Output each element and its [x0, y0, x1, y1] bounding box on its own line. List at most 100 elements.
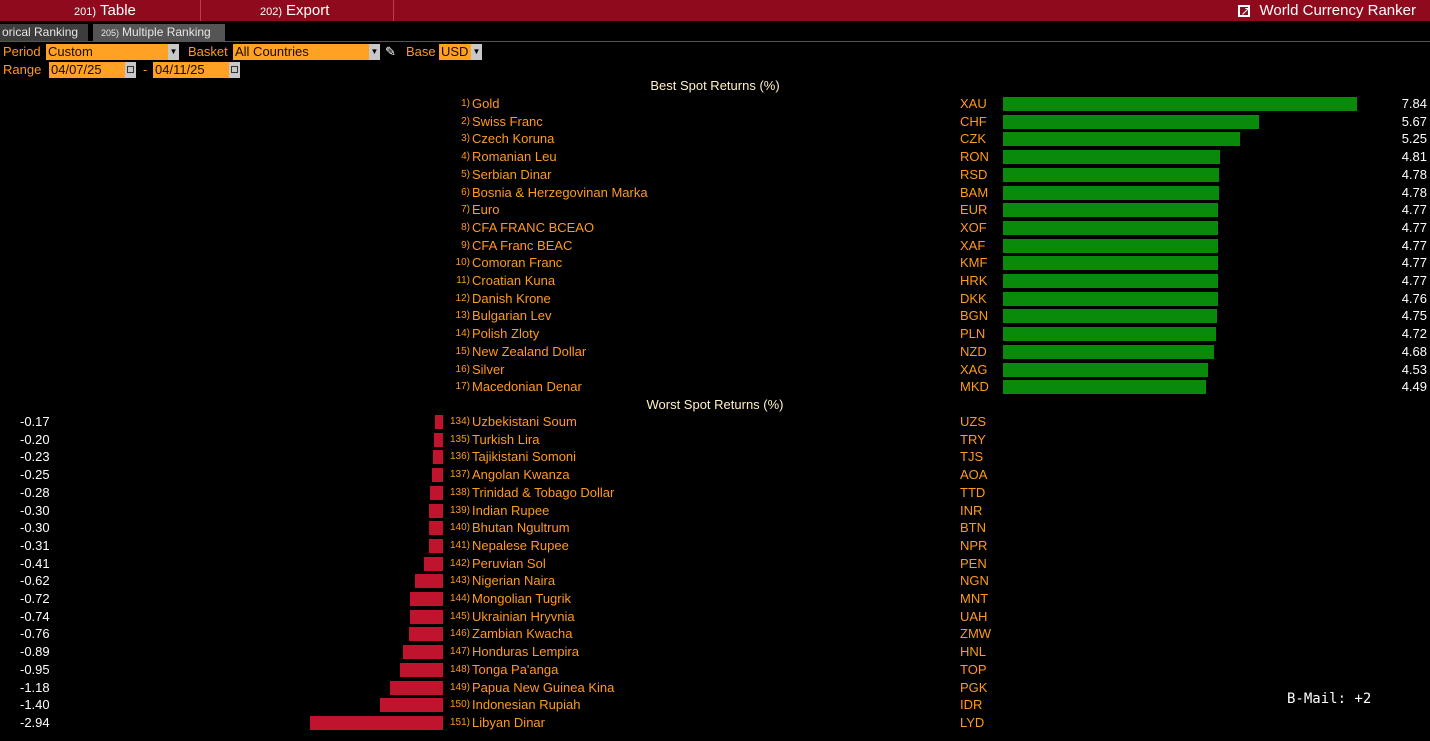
table-row[interactable]: 149) Papua New Guinea Kina PGK -1.18	[0, 680, 1430, 697]
currency-name[interactable]: Peruvian Sol	[472, 556, 546, 571]
table-row[interactable]: 17) Macedonian Denar MKD 4.49	[0, 379, 1430, 396]
return-value: -0.62	[20, 573, 50, 589]
table-row[interactable]: 6) Bosnia & Herzegovinan Marka BAM 4.78	[0, 185, 1430, 202]
currency-name[interactable]: Papua New Guinea Kina	[472, 680, 614, 695]
base-select[interactable]: USD	[439, 44, 471, 60]
table-row[interactable]: 3) Czech Koruna CZK 5.25	[0, 131, 1430, 148]
return-value: -0.20	[20, 431, 50, 447]
table-row[interactable]: 11) Croatian Kuna HRK 4.77	[0, 273, 1430, 290]
currency-name[interactable]: Nigerian Naira	[472, 573, 555, 588]
currency-name[interactable]: Macedonian Denar	[472, 379, 582, 394]
app-title[interactable]: World Currency Ranker	[1237, 0, 1416, 22]
table-row[interactable]: 146) Zambian Kwacha ZMW -0.76	[0, 626, 1430, 643]
table-row[interactable]: 12) Danish Krone DKK 4.76	[0, 291, 1430, 308]
table-row[interactable]: 144) Mongolian Tugrik MNT -0.72	[0, 591, 1430, 608]
table-row[interactable]: 147) Honduras Lempira HNL -0.89	[0, 644, 1430, 661]
currency-name[interactable]: Serbian Dinar	[472, 167, 552, 182]
table-row[interactable]: 150) Indonesian Rupiah IDR -1.40	[0, 697, 1430, 714]
table-row[interactable]: 8) CFA FRANC BCEAO XOF 4.77	[0, 220, 1430, 237]
currency-code: XAG	[960, 361, 988, 377]
table-row[interactable]: 15) New Zealand Dollar NZD 4.68	[0, 344, 1430, 361]
return-value: -0.72	[20, 591, 50, 606]
tab-label: Multiple Ranking	[122, 25, 211, 39]
currency-name[interactable]: Uzbekistani Soum	[472, 414, 577, 429]
table-row[interactable]: 4) Romanian Leu RON 4.81	[0, 149, 1430, 166]
tab-multiple-ranking[interactable]: 205) Multiple Ranking	[93, 24, 225, 41]
table-row[interactable]: 16) Silver XAG 4.53	[0, 362, 1430, 379]
pencil-icon[interactable]: ✎	[385, 44, 396, 60]
row-rank: 143)	[449, 575, 470, 587]
currency-name[interactable]: Angolan Kwanza	[472, 467, 570, 482]
currency-name[interactable]: Ukrainian Hryvnia	[472, 609, 575, 624]
currency-code: NPR	[960, 537, 988, 553]
currency-name[interactable]: Bosnia & Herzegovinan Marka	[472, 185, 648, 200]
currency-name[interactable]: Czech Koruna	[472, 131, 554, 146]
table-row[interactable]: 151) Libyan Dinar LYD -2.94	[0, 715, 1430, 732]
currency-name[interactable]: Indian Rupee	[472, 503, 549, 518]
currency-name[interactable]: CFA FRANC BCEAO	[472, 220, 594, 235]
currency-name[interactable]: Danish Krone	[472, 291, 551, 306]
chevron-down-icon[interactable]: ▼	[369, 44, 380, 60]
table-row[interactable]: 14) Polish Zloty PLN 4.72	[0, 326, 1430, 343]
currency-name[interactable]: Tajikistani Somoni	[472, 449, 576, 464]
table-row[interactable]: 134) Uzbekistani Soum UZS -0.17	[0, 414, 1430, 431]
table-row[interactable]: 141) Nepalese Rupee NPR -0.31	[0, 538, 1430, 555]
table-row[interactable]: 7) Euro EUR 4.77	[0, 202, 1430, 219]
return-value: -0.30	[20, 520, 50, 536]
table-row[interactable]: 136) Tajikistani Somoni TJS -0.23	[0, 449, 1430, 466]
currency-name[interactable]: Romanian Leu	[472, 149, 557, 164]
currency-name[interactable]: Turkish Lira	[472, 432, 539, 447]
table-row[interactable]: 143) Nigerian Naira NGN -0.62	[0, 573, 1430, 590]
chevron-down-icon[interactable]: ▼	[168, 44, 179, 60]
table-row[interactable]: 5) Serbian Dinar RSD 4.78	[0, 167, 1430, 184]
currency-name[interactable]: Polish Zloty	[472, 326, 539, 341]
calendar-icon[interactable]	[125, 62, 136, 78]
period-select[interactable]: Custom	[46, 44, 168, 60]
currency-name[interactable]: Trinidad & Tobago Dollar	[472, 485, 614, 500]
export-button[interactable]: 202) Export	[260, 0, 329, 21]
period-label: Period	[3, 44, 41, 59]
calendar-icon[interactable]	[229, 62, 240, 78]
positive-return-bar	[1003, 309, 1217, 324]
range-end-input[interactable]: 04/11/25	[153, 62, 229, 78]
table-row[interactable]: 145) Ukrainian Hryvnia UAH -0.74	[0, 609, 1430, 626]
table-row[interactable]: 142) Peruvian Sol PEN -0.41	[0, 556, 1430, 573]
table-row[interactable]: 138) Trinidad & Tobago Dollar TTD -0.28	[0, 485, 1430, 502]
table-row[interactable]: 10) Comoran Franc KMF 4.77	[0, 255, 1430, 272]
currency-name[interactable]: Comoran Franc	[472, 255, 562, 270]
currency-name[interactable]: CFA Franc BEAC	[472, 238, 572, 253]
positive-return-bar	[1003, 203, 1218, 218]
table-row[interactable]: 148) Tonga Pa'anga TOP -0.95	[0, 662, 1430, 679]
table-row[interactable]: 2) Swiss Franc CHF 5.67	[0, 114, 1430, 131]
table-row[interactable]: 9) CFA Franc BEAC XAF 4.77	[0, 238, 1430, 255]
currency-code: CHF	[960, 113, 987, 129]
basket-select[interactable]: All Countries	[233, 44, 369, 60]
currency-name[interactable]: Swiss Franc	[472, 114, 543, 129]
currency-name[interactable]: Honduras Lempira	[472, 644, 579, 659]
table-row[interactable]: 140) Bhutan Ngultrum BTN -0.30	[0, 520, 1430, 537]
currency-name[interactable]: Tonga Pa'anga	[472, 662, 558, 677]
currency-name[interactable]: Indonesian Rupiah	[472, 697, 580, 712]
currency-name[interactable]: Bulgarian Lev	[472, 308, 552, 323]
tab-historical-ranking[interactable]: orical Ranking	[0, 24, 88, 41]
currency-name[interactable]: New Zealand Dollar	[472, 344, 586, 359]
currency-name[interactable]: Croatian Kuna	[472, 273, 555, 288]
bmail-status[interactable]: B-Mail: +2	[1287, 691, 1371, 707]
table-row[interactable]: 139) Indian Rupee INR -0.30	[0, 503, 1430, 520]
table-row[interactable]: 13) Bulgarian Lev BGN 4.75	[0, 308, 1430, 325]
currency-name[interactable]: Euro	[472, 202, 499, 217]
currency-name[interactable]: Silver	[472, 362, 505, 377]
currency-name[interactable]: Bhutan Ngultrum	[472, 520, 570, 535]
table-row[interactable]: 135) Turkish Lira TRY -0.20	[0, 432, 1430, 449]
currency-name[interactable]: Gold	[472, 96, 499, 111]
currency-name[interactable]: Zambian Kwacha	[472, 626, 572, 641]
currency-name[interactable]: Nepalese Rupee	[472, 538, 569, 553]
currency-name[interactable]: Libyan Dinar	[472, 715, 545, 730]
table-row[interactable]: 137) Angolan Kwanza AOA -0.25	[0, 467, 1430, 484]
row-rank: 137)	[449, 469, 470, 481]
table-row[interactable]: 1) Gold XAU 7.84	[0, 96, 1430, 113]
chevron-down-icon[interactable]: ▼	[471, 44, 482, 60]
range-start-input[interactable]: 04/07/25	[49, 62, 125, 78]
currency-name[interactable]: Mongolian Tugrik	[472, 591, 571, 606]
table-button[interactable]: 201) Table	[74, 0, 136, 21]
